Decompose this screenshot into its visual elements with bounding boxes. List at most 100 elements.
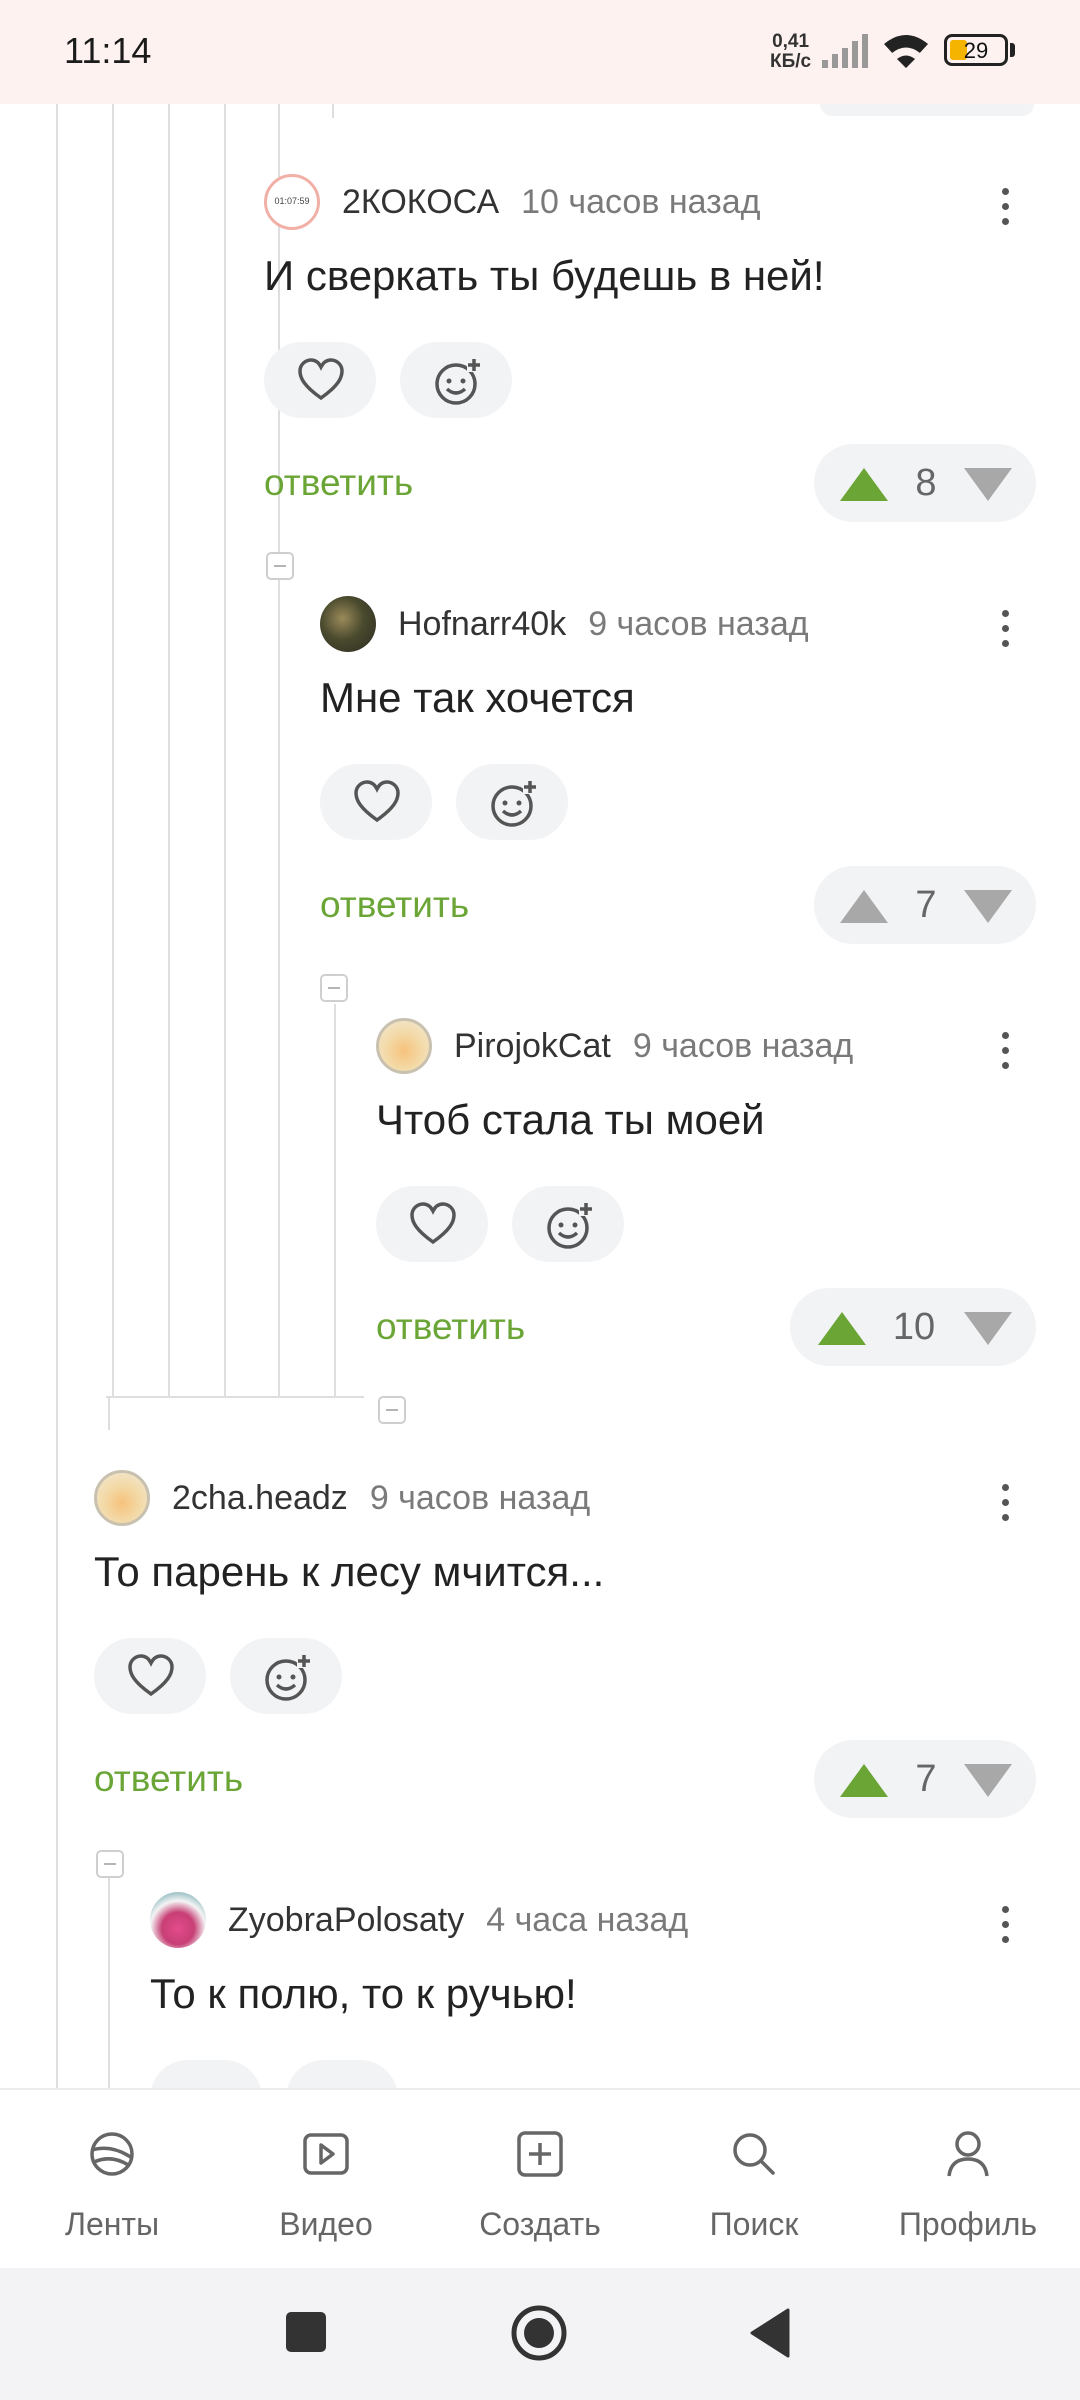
comment-header: 01:07:59 2КОКОСА 10 часов назад — [264, 172, 760, 232]
nav-profile[interactable]: Профиль — [868, 2090, 1068, 2270]
vote-widget: 7 — [814, 866, 1036, 944]
comment-time: 10 часов назад — [521, 182, 761, 221]
comment-author[interactable]: 2cha.headz — [172, 1479, 348, 1518]
upvote-icon[interactable] — [818, 1312, 866, 1345]
downvote-icon[interactable] — [964, 1764, 1012, 1797]
comment: PirojokCat 9 часов назад Чтоб стала ты м… — [376, 1016, 1080, 1436]
add-reaction-button[interactable] — [512, 1186, 624, 1262]
comment: Hofnarr40k 9 часов назад Мне так хочется… — [320, 594, 1080, 1014]
recents-button[interactable] — [286, 2312, 326, 2352]
network-speed: 0,41 КБ/с — [770, 31, 812, 72]
status-time: 11:14 — [64, 30, 152, 71]
avatar[interactable] — [150, 1892, 206, 1948]
signal-icon — [822, 34, 868, 68]
thread-line — [334, 1004, 336, 1396]
back-button[interactable] — [748, 2308, 792, 2358]
upvote-icon[interactable] — [840, 1764, 888, 1797]
add-reaction-button[interactable] — [230, 1638, 342, 1714]
avatar[interactable] — [94, 1470, 150, 1526]
emoji-add-icon — [491, 780, 537, 827]
vote-count: 7 — [915, 1758, 937, 1800]
wifi-icon — [884, 35, 928, 68]
like-button[interactable] — [150, 2060, 262, 2088]
comment-text: И сверкать ты будешь в ней! — [264, 252, 825, 299]
vote-count: 8 — [915, 462, 937, 504]
thread-line — [278, 582, 280, 1396]
comment-text: То парень к лесу мчится... — [94, 1548, 605, 1595]
more-options-icon[interactable] — [990, 182, 1020, 232]
vote-widget: 7 — [814, 1740, 1036, 1818]
system-navigation-bar — [0, 2268, 1080, 2400]
create-icon — [517, 2131, 563, 2177]
comment-text: Мне так хочется — [320, 674, 635, 721]
thread-line — [106, 1396, 364, 1398]
reply-button[interactable]: ответить — [320, 884, 469, 926]
comment-header: ZyobraPolosaty 4 часа назад — [150, 1890, 688, 1950]
like-button[interactable] — [320, 764, 432, 840]
battery-icon: 29 — [944, 34, 1008, 66]
heart-icon — [410, 1202, 456, 1245]
avatar[interactable] — [376, 1018, 432, 1074]
nav-create[interactable]: Создать — [440, 2090, 640, 2270]
comment-author[interactable]: 2КОКОСА — [342, 183, 499, 222]
comment-header: Hofnarr40k 9 часов назад — [320, 594, 809, 654]
reply-button[interactable]: ответить — [264, 462, 413, 504]
downvote-icon[interactable] — [964, 1312, 1012, 1345]
search-icon — [733, 2133, 775, 2175]
home-button[interactable] — [510, 2304, 568, 2362]
comment: 01:07:59 2КОКОСА 10 часов назад И сверка… — [264, 172, 1080, 592]
like-button[interactable] — [94, 1638, 206, 1714]
more-options-icon[interactable] — [990, 1900, 1020, 1950]
comment-text: То к полю, то к ручью! — [150, 1970, 577, 2017]
add-reaction-button[interactable] — [286, 2060, 398, 2088]
downvote-icon[interactable] — [964, 890, 1012, 923]
upvote-icon[interactable] — [840, 890, 888, 923]
heart-icon — [298, 358, 344, 401]
downvote-icon[interactable] — [964, 468, 1012, 501]
heart-icon — [128, 1654, 174, 1697]
comment-time: 9 часов назад — [588, 604, 809, 643]
nav-search[interactable]: Поиск — [654, 2090, 854, 2270]
comment-time: 9 часов назад — [632, 1026, 854, 1065]
thread-line — [332, 104, 334, 118]
video-icon — [303, 2133, 349, 2175]
vote-count: 7 — [915, 884, 937, 926]
avatar[interactable] — [320, 596, 376, 652]
comment-text: Чтоб стала ты моей — [376, 1096, 765, 1143]
nav-video[interactable]: Видео — [226, 2090, 426, 2270]
more-options-icon[interactable] — [990, 1478, 1020, 1528]
thread-line — [108, 1878, 110, 2088]
nav-feeds[interactable]: Ленты — [12, 2090, 212, 2270]
emoji-add-icon — [265, 1654, 311, 1701]
emoji-add-icon — [435, 358, 481, 405]
thread-line — [168, 104, 170, 1396]
like-button[interactable] — [376, 1186, 488, 1262]
more-options-icon[interactable] — [990, 1026, 1020, 1076]
comment-header: 2cha.headz 9 часов назад — [94, 1468, 590, 1528]
comment-time: 4 часа назад — [486, 1900, 689, 1939]
like-button[interactable] — [264, 342, 376, 418]
emoji-add-icon — [547, 1202, 593, 1249]
thread-line — [108, 1396, 110, 1430]
add-reaction-button[interactable] — [400, 342, 512, 418]
avatar[interactable]: 01:07:59 — [264, 174, 320, 230]
bottom-navigation: Ленты Видео Создать Поиск Профиль — [0, 2088, 1080, 2270]
reply-button[interactable]: ответить — [376, 1306, 525, 1348]
vote-widget: 10 — [790, 1288, 1036, 1366]
upvote-icon[interactable] — [840, 468, 888, 501]
feeds-icon — [90, 2132, 134, 2176]
vote-widget: 8 — [814, 444, 1036, 522]
comment-author[interactable]: PirojokCat — [454, 1027, 611, 1066]
thread-line — [224, 104, 226, 1396]
more-options-icon[interactable] — [990, 604, 1020, 654]
reply-button[interactable]: ответить — [94, 1758, 243, 1800]
comment-author[interactable]: Hofnarr40k — [398, 605, 566, 644]
heart-icon — [354, 780, 400, 823]
comment: 2cha.headz 9 часов назад То парень к лес… — [94, 1468, 1080, 1888]
comment-author[interactable]: ZyobraPolosaty — [228, 1901, 464, 1940]
profile-icon — [947, 2131, 989, 2177]
vote-count: 10 — [892, 1306, 936, 1348]
comment-time: 9 часов назад — [369, 1478, 591, 1517]
add-reaction-button[interactable] — [456, 764, 568, 840]
comment-header: PirojokCat 9 часов назад — [376, 1016, 853, 1076]
